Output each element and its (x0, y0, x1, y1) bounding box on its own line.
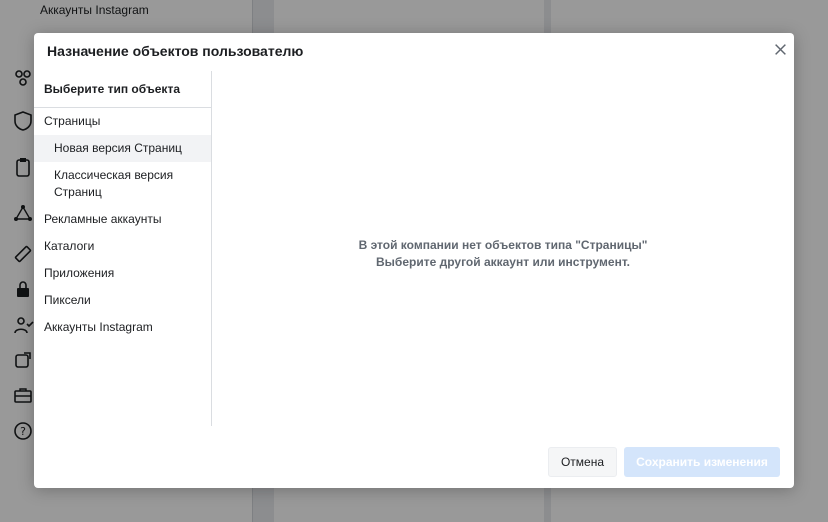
save-changes-button[interactable]: Сохранить изменения (624, 447, 780, 477)
sidebar-item-apps[interactable]: Приложения (34, 260, 211, 287)
sidebar-item-pages-classic-version[interactable]: Классическая версия Страниц (34, 162, 211, 206)
sidebar-item-instagram-accounts[interactable]: Аккаунты Instagram (34, 314, 211, 341)
sidebar-item-pixels[interactable]: Пиксели (34, 287, 211, 314)
cancel-button[interactable]: Отмена (548, 447, 617, 477)
sidebar-item-catalogs[interactable]: Каталоги (34, 233, 211, 260)
empty-state-line-1: В этой компании нет объектов типа "Стран… (358, 238, 648, 252)
empty-state-message: В этой компании нет объектов типа "Стран… (212, 237, 794, 271)
sidebar-item-ad-accounts[interactable]: Рекламные аккаунты (34, 206, 211, 233)
sidebar-item-pages[interactable]: Страницы (34, 108, 211, 135)
close-icon[interactable] (772, 41, 788, 57)
sidebar-item-pages-new-version[interactable]: Новая версия Страниц (34, 135, 211, 162)
sidebar-heading: Выберите тип объекта (34, 71, 211, 108)
asset-type-sidebar: Выберите тип объекта Страницы Новая верс… (34, 71, 212, 426)
assign-assets-dialog: Назначение объектов пользователю Выберит… (34, 33, 794, 488)
empty-state-line-2: Выберите другой аккаунт или инструмент. (376, 255, 630, 269)
dialog-title: Назначение объектов пользователю (47, 43, 304, 59)
